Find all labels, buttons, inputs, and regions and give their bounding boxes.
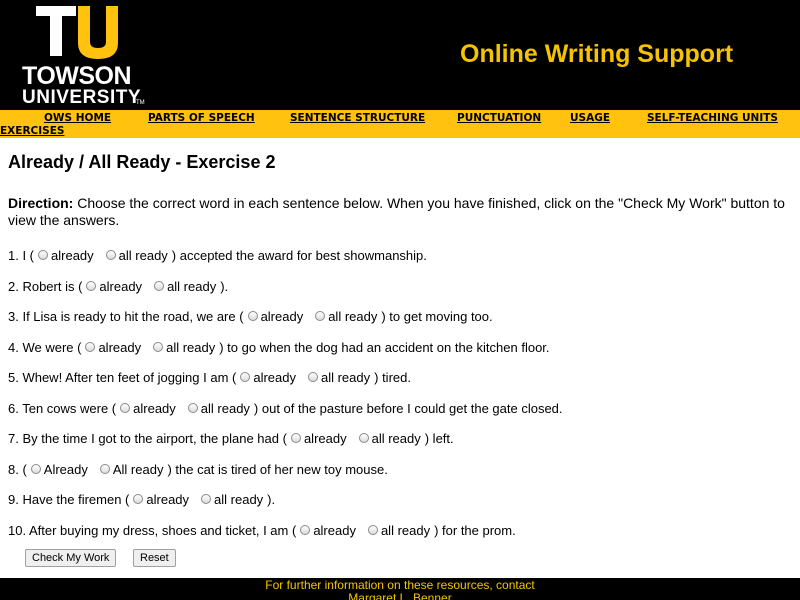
question-suffix: ) left. (424, 431, 454, 446)
question-prefix: 7. By the time I got to the airport, the… (8, 431, 287, 446)
option-a-label: already (253, 370, 296, 385)
radio-option-a[interactable] (120, 402, 131, 413)
radio-option-a[interactable] (300, 524, 311, 535)
question-prefix: 1. I ( (8, 248, 35, 263)
question-suffix: ). (267, 492, 276, 507)
radio-option-b[interactable] (358, 433, 369, 443)
main-content: Already / All Ready - Exercise 2 Directi… (8, 152, 796, 553)
nav-parts-of-speech[interactable]: PARTS OF SPEECH (148, 112, 255, 124)
radio-option-a[interactable] (133, 494, 144, 504)
question-row: 2. Robert is ( already all ready). (8, 279, 796, 310)
question-suffix: ) out of the pasture before I could get … (253, 400, 563, 416)
option-a-label: already (51, 248, 94, 263)
radio-option-a[interactable] (247, 311, 258, 321)
main-nav: OWS HOME PARTS OF SPEECH SENTENCE STRUCT… (0, 110, 800, 138)
footer-contact-name[interactable]: Margaret L. Benner (0, 592, 800, 600)
logo-towson-text: TOWSON (22, 62, 132, 90)
direction-body: Choose the correct word in each sentence… (8, 195, 785, 228)
question-row: 3. If Lisa is ready to hit the road, we … (8, 309, 796, 340)
option-b-label: all ready (380, 522, 431, 538)
radio-option-a[interactable] (38, 250, 49, 260)
nav-punctuation[interactable]: PUNCTUATION (457, 112, 541, 124)
question-suffix: ) for the prom. (434, 522, 516, 538)
nav-sentence-structure[interactable]: SENTENCE STRUCTURE (290, 112, 425, 124)
site-footer: For further information on these resourc… (0, 578, 800, 600)
nav-ows-home[interactable]: OWS HOME (44, 112, 111, 124)
radio-option-b[interactable] (307, 372, 318, 382)
option-b-label: all ready (118, 248, 168, 263)
towson-logo[interactable]: TOWSON UNIVERSITY TM (22, 4, 146, 108)
nav-exercises[interactable]: EXERCISES (0, 125, 64, 137)
radio-option-b[interactable] (315, 311, 326, 321)
question-prefix: 6. Ten cows were ( (8, 400, 117, 416)
option-a-label: already (313, 522, 356, 538)
question-prefix: 9. Have the firemen ( (8, 492, 130, 507)
radio-option-a[interactable] (290, 433, 301, 443)
question-suffix: ) tired. (374, 370, 411, 385)
radio-option-b[interactable] (154, 280, 165, 291)
check-my-work-button[interactable]: Check My Work (25, 549, 117, 567)
logo-university-text: UNIVERSITY (22, 87, 142, 108)
nav-self-teaching-units[interactable]: SELF-TEACHING UNITS (647, 112, 778, 124)
option-a-label: already (98, 339, 142, 355)
option-a-label: Already (43, 461, 88, 477)
question-row: 8. ( Already All ready) the cat is tired o… (8, 462, 796, 493)
option-a-label: already (260, 309, 304, 324)
site-header: TOWSON UNIVERSITY TM Online Writing Supp… (0, 0, 800, 110)
option-a-label: already (146, 492, 190, 507)
option-a-label: already (99, 278, 143, 294)
question-row: 10. After buying my dress, shoes and tic… (8, 523, 796, 554)
question-row: 4. We were ( already all ready) to go when… (8, 340, 796, 371)
question-row: 6. Ten cows were ( already all ready) out … (8, 401, 796, 432)
option-a-label: already (133, 400, 176, 416)
radio-option-a[interactable] (30, 463, 41, 474)
option-b-label: All ready (112, 461, 164, 477)
option-b-label: all ready (214, 492, 264, 507)
question-suffix: ) the cat is tired of her new toy mouse. (167, 461, 388, 477)
question-row: 1. I ( already all ready) accepted the awa… (8, 248, 796, 279)
reset-button[interactable]: Reset (133, 549, 176, 567)
footer-contact: For further information on these resourc… (0, 579, 800, 600)
radio-option-a[interactable] (86, 280, 97, 291)
question-row: 7. By the time I got to the airport, the… (8, 431, 796, 462)
option-b-label: all ready (167, 278, 217, 294)
radio-option-b[interactable] (153, 341, 164, 352)
radio-option-b[interactable] (367, 524, 378, 535)
question-suffix: ) to go when the dog had an accident on … (219, 339, 550, 355)
question-prefix: 4. We were ( (8, 339, 82, 355)
question-prefix: 3. If Lisa is ready to hit the road, we … (8, 309, 244, 324)
option-a-label: already (303, 431, 347, 446)
question-suffix: ) to get moving too. (381, 309, 493, 324)
direction-label: Direction: (8, 195, 74, 211)
radio-option-b[interactable] (99, 463, 110, 474)
option-b-label: all ready (320, 370, 371, 385)
option-b-label: all ready (328, 309, 378, 324)
question-row: 9. Have the firemen ( already all ready). (8, 492, 796, 523)
radio-option-b[interactable] (201, 494, 212, 504)
radio-option-a[interactable] (85, 341, 96, 352)
question-suffix: ) accepted the award for best showmanshi… (171, 248, 427, 263)
question-list: 1. I (already all ready) accepted the awa… (8, 248, 796, 553)
question-prefix: 5. Whew! After ten feet of jogging I am … (8, 370, 237, 385)
option-b-label: all ready (371, 431, 421, 446)
question-prefix: 10. After buying my dress, shoes and tic… (8, 522, 297, 538)
logo-trademark: TM (136, 100, 145, 106)
tu-logo-icon (36, 6, 118, 59)
site-title: Online Writing Support (460, 40, 734, 68)
direction-text: Direction: Choose the correct word in ea… (8, 195, 796, 229)
question-suffix: ). (220, 278, 229, 294)
radio-option-b[interactable] (187, 402, 198, 413)
option-b-label: all ready (200, 400, 250, 416)
option-b-label: all ready (166, 339, 216, 355)
nav-usage[interactable]: USAGE (570, 112, 610, 124)
page-title: Already / All Ready - Exercise 2 (8, 152, 276, 172)
question-prefix: 8. ( (8, 461, 27, 477)
question-prefix: 2. Robert is ( (8, 278, 83, 294)
question-row: 5. Whew! After ten feet of jogging I am … (8, 370, 796, 401)
radio-option-a[interactable] (240, 372, 251, 382)
radio-option-b[interactable] (105, 250, 116, 260)
